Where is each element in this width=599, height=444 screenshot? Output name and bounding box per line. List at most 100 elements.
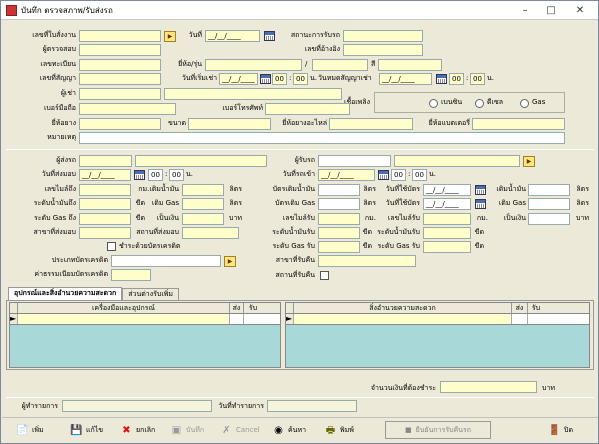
fuel-refill-input[interactable] bbox=[528, 184, 570, 196]
save-button[interactable]: ▣ บันทึก bbox=[170, 422, 204, 439]
table-cell[interactable] bbox=[294, 314, 512, 324]
rent-end-date[interactable]: __/__/____ bbox=[379, 73, 432, 85]
spare-brand-input[interactable] bbox=[329, 118, 413, 130]
fuel-in-input[interactable] bbox=[318, 227, 360, 239]
calendar-icon[interactable] bbox=[435, 73, 447, 85]
cancel-button[interactable]: ✗ Cancel bbox=[220, 422, 259, 439]
grid-header-cell[interactable]: รับ bbox=[528, 303, 544, 313]
sender-code-input[interactable] bbox=[79, 155, 132, 167]
rent-start-hour[interactable]: 00 bbox=[272, 73, 287, 85]
edit-button[interactable]: 💾 แก้ไข bbox=[70, 422, 103, 439]
mile-in2-input[interactable] bbox=[423, 213, 471, 225]
fuel-radio-gas[interactable] bbox=[520, 99, 529, 108]
card-type-input[interactable] bbox=[111, 255, 221, 267]
minimize-icon[interactable]: – bbox=[512, 2, 538, 18]
phone-input[interactable] bbox=[265, 103, 350, 115]
model-input[interactable] bbox=[312, 59, 368, 71]
place-out-input[interactable] bbox=[182, 227, 239, 239]
send-min[interactable]: 00 bbox=[169, 169, 184, 181]
table-row[interactable]: ► bbox=[286, 314, 589, 325]
gas-fill2-input[interactable] bbox=[528, 198, 570, 210]
size-input[interactable] bbox=[188, 118, 271, 130]
grid-header-cell[interactable]: รับ bbox=[244, 303, 262, 313]
calendar-icon[interactable] bbox=[263, 30, 275, 42]
reg-no-input[interactable] bbox=[79, 59, 161, 71]
close-button[interactable]: 🚪 ปิด bbox=[548, 422, 573, 439]
inspector-input[interactable] bbox=[79, 44, 161, 56]
table-cell[interactable] bbox=[18, 314, 230, 324]
table-cell[interactable] bbox=[528, 314, 544, 324]
send-hour[interactable]: 00 bbox=[148, 169, 163, 181]
fuel-in2-input[interactable] bbox=[423, 227, 471, 239]
branch-out-input[interactable] bbox=[79, 227, 131, 239]
date-input[interactable]: __/__/____ bbox=[205, 30, 260, 42]
fuel-radio-diesel[interactable] bbox=[475, 99, 484, 108]
sender-name-input[interactable] bbox=[135, 155, 267, 167]
used-date-input[interactable]: __/__/____ bbox=[423, 184, 471, 196]
calendar-icon[interactable] bbox=[474, 184, 486, 196]
fuel-radio-benzine[interactable] bbox=[429, 99, 438, 108]
add-button[interactable]: 📄 เพิ่ม bbox=[16, 422, 43, 439]
job-lookup-icon[interactable]: ▶ bbox=[164, 30, 176, 42]
contract-no-input[interactable] bbox=[79, 73, 161, 85]
card-type-lookup-icon[interactable]: ▶ bbox=[224, 255, 236, 267]
table-cell[interactable] bbox=[244, 314, 262, 324]
cash2-input[interactable] bbox=[528, 213, 570, 225]
fuel-level-out-input[interactable] bbox=[79, 198, 131, 210]
search-button[interactable]: ◉ ค้นหา bbox=[272, 422, 306, 439]
grid-header-cell[interactable]: สิ่งอำนวยความสะดวก bbox=[294, 303, 512, 313]
receiver-code-input[interactable] bbox=[318, 155, 391, 167]
confirm-return-button[interactable]: ■ ยืนยันการรับคืนรถ bbox=[385, 421, 491, 439]
calendar-icon[interactable] bbox=[377, 169, 389, 181]
grid-header-cell[interactable]: ส่ง bbox=[512, 303, 528, 313]
fuel-card-input[interactable] bbox=[318, 184, 360, 196]
renter-name-input[interactable] bbox=[164, 88, 342, 100]
mile-out-input[interactable] bbox=[79, 184, 131, 196]
grid-header-cell[interactable]: เครื่องมือและอุปกรณ์ bbox=[18, 303, 230, 313]
recv-hour[interactable]: 00 bbox=[391, 169, 406, 181]
tab-extra-charge[interactable]: ส่วนต่างรับเพิ่ม bbox=[122, 288, 179, 300]
job-no-input[interactable] bbox=[79, 30, 161, 42]
cash-input[interactable] bbox=[182, 213, 224, 225]
note-input[interactable] bbox=[79, 132, 565, 144]
send-date-input[interactable]: __/__/____ bbox=[79, 169, 131, 181]
rent-start-date[interactable]: __/__/____ bbox=[219, 73, 258, 85]
table-row[interactable]: ► bbox=[10, 314, 280, 325]
receiver-name-input[interactable] bbox=[394, 155, 520, 167]
color-input[interactable] bbox=[378, 59, 442, 71]
calendar-icon[interactable] bbox=[474, 198, 486, 210]
recv-min[interactable]: 00 bbox=[412, 169, 427, 181]
brand-input[interactable] bbox=[205, 59, 302, 71]
rent-end-min[interactable]: 00 bbox=[470, 73, 485, 85]
calendar-icon[interactable] bbox=[133, 169, 145, 181]
facility-grid[interactable]: สิ่งอำนวยความสะดวก ส่ง รับ ► bbox=[285, 302, 590, 368]
ref-no-input[interactable] bbox=[343, 44, 423, 56]
table-cell[interactable] bbox=[230, 314, 244, 324]
km-fuel-input[interactable] bbox=[182, 184, 224, 196]
branch-in-input[interactable] bbox=[318, 255, 416, 267]
rent-start-min[interactable]: 00 bbox=[293, 73, 308, 85]
maximize-icon[interactable]: □ bbox=[538, 2, 564, 18]
place-in-checkbox[interactable] bbox=[320, 271, 329, 280]
battery-brand-input[interactable] bbox=[472, 118, 565, 130]
status-input[interactable] bbox=[343, 30, 423, 42]
gas-fill-input[interactable] bbox=[182, 198, 224, 210]
rent-end-hour[interactable]: 00 bbox=[449, 73, 464, 85]
fee-input[interactable] bbox=[111, 269, 151, 281]
close-icon[interactable]: ✕ bbox=[564, 2, 596, 18]
grid-header-cell[interactable]: ส่ง bbox=[230, 303, 244, 313]
gas-used-date-input[interactable]: __/__/____ bbox=[423, 198, 471, 210]
cancel-record-button[interactable]: ✖ ยกเลิก bbox=[120, 422, 155, 439]
print-button[interactable]: 🖶 พิมพ์ bbox=[324, 422, 354, 439]
amount-input[interactable] bbox=[440, 381, 537, 393]
recv-date-input[interactable]: __/__/____ bbox=[318, 169, 375, 181]
gas-in2-input[interactable] bbox=[423, 241, 471, 253]
gas-level-out-input[interactable] bbox=[79, 213, 131, 225]
renter-code-input[interactable] bbox=[79, 88, 161, 100]
mile-in-input[interactable] bbox=[318, 213, 360, 225]
gas-card-input[interactable] bbox=[318, 198, 360, 210]
table-cell[interactable] bbox=[512, 314, 528, 324]
tab-equipment[interactable]: อุปกรณ์และสิ่งอำนวยความสะดวก bbox=[8, 287, 123, 300]
gas-in-input[interactable] bbox=[318, 241, 360, 253]
mobile-input[interactable] bbox=[79, 103, 176, 115]
